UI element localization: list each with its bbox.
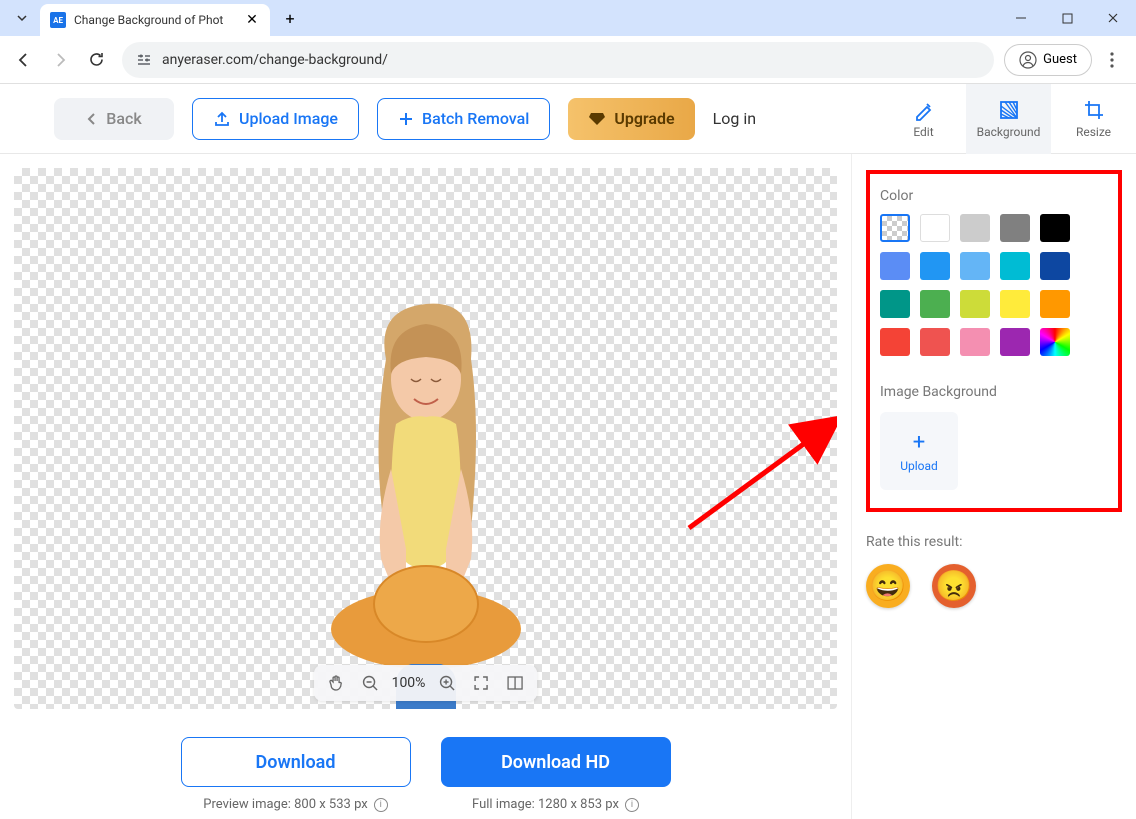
app-toolbar: Back Upload Image Batch Removal Upgrade …: [0, 84, 1136, 154]
pan-tool-button[interactable]: [324, 671, 348, 695]
zoom-toolbar: 100%: [314, 665, 538, 701]
upgrade-label: Upgrade: [614, 109, 674, 128]
plus-icon: [398, 111, 414, 127]
tab-title: Change Background of Phot: [74, 13, 236, 27]
swatch-blue[interactable]: [880, 252, 910, 280]
login-link[interactable]: Log in: [713, 109, 756, 128]
close-window-button[interactable]: [1090, 0, 1136, 36]
new-tab-button[interactable]: +: [276, 4, 304, 32]
address-bar[interactable]: anyeraser.com/change-background/: [122, 42, 994, 78]
mode-tab-background[interactable]: Background: [966, 84, 1051, 154]
swatch-cyan[interactable]: [1000, 252, 1030, 280]
browser-titlebar: AE Change Background of Phot ✕ +: [0, 0, 1136, 36]
mode-tab-edit[interactable]: Edit: [881, 84, 966, 154]
subject-image: [296, 289, 556, 709]
upload-label: Upload Image: [239, 109, 338, 128]
fit-screen-button[interactable]: [469, 671, 493, 695]
annotation-arrow: [679, 408, 837, 538]
swatch-yellow[interactable]: [1000, 290, 1030, 318]
plus-icon: +: [913, 430, 925, 455]
edit-label: Edit: [913, 125, 933, 139]
profile-label: Guest: [1043, 52, 1077, 67]
sidebar: Color: [851, 154, 1136, 819]
swatch-lime[interactable]: [960, 290, 990, 318]
tab-search-dropdown[interactable]: [8, 4, 36, 32]
diamond-icon: [588, 111, 606, 127]
swatch-pink[interactable]: [960, 328, 990, 356]
maximize-button[interactable]: [1044, 0, 1090, 36]
rate-angry-button[interactable]: 😠: [932, 564, 976, 608]
back-button[interactable]: Back: [54, 98, 174, 140]
swatch-light-gray[interactable]: [960, 214, 990, 242]
chevron-left-icon: [86, 112, 98, 126]
swatch-coral[interactable]: [920, 328, 950, 356]
upload-icon: [213, 110, 231, 128]
site-settings-icon[interactable]: [136, 52, 152, 68]
download-row: Download Preview image: 800 x 533 pxi Do…: [14, 709, 837, 819]
swatch-transparent[interactable]: [880, 214, 910, 242]
image-bg-title: Image Background: [880, 384, 1108, 400]
edit-icon: [913, 99, 935, 121]
resize-label: Resize: [1076, 125, 1111, 139]
canvas[interactable]: 100%: [14, 168, 837, 709]
background-panel: Color: [866, 170, 1122, 512]
preview-meta: Preview image: 800 x 533 pxi: [203, 797, 387, 812]
crop-icon: [1083, 99, 1105, 121]
swatch-white[interactable]: [920, 214, 950, 242]
canvas-area: 100% Download Preview image: 800 x 533 p…: [0, 154, 851, 819]
mode-tabs: Edit Background Resize: [881, 84, 1136, 154]
info-icon[interactable]: i: [374, 798, 388, 812]
swatch-gray[interactable]: [1000, 214, 1030, 242]
swatch-green[interactable]: [920, 290, 950, 318]
color-swatches: [880, 214, 1108, 356]
back-label: Back: [106, 109, 141, 128]
zoom-out-button[interactable]: [358, 671, 382, 695]
swatch-blue2[interactable]: [920, 252, 950, 280]
browser-menu-button[interactable]: [1096, 44, 1128, 76]
color-title: Color: [880, 188, 1108, 204]
background-icon: [998, 99, 1020, 121]
minimize-button[interactable]: [998, 0, 1044, 36]
full-meta: Full image: 1280 x 853 pxi: [472, 797, 639, 812]
url-text: anyeraser.com/change-background/: [162, 52, 388, 68]
rate-title: Rate this result:: [866, 534, 1122, 550]
upload-bg-label: Upload: [900, 459, 938, 473]
info-icon[interactable]: i: [625, 798, 639, 812]
swatch-navy[interactable]: [1040, 252, 1070, 280]
forward-nav-button[interactable]: [44, 44, 76, 76]
swatch-purple[interactable]: [1000, 328, 1030, 356]
swatch-black[interactable]: [1040, 214, 1070, 242]
background-label: Background: [977, 125, 1041, 139]
swatch-teal[interactable]: [880, 290, 910, 318]
rating-row: 😄 😠: [866, 564, 1122, 608]
compare-button[interactable]: [503, 671, 527, 695]
swatch-custom-color[interactable]: [1040, 328, 1070, 356]
tab-favicon: AE: [50, 12, 66, 28]
rate-happy-button[interactable]: 😄: [866, 564, 910, 608]
zoom-in-button[interactable]: [435, 671, 459, 695]
zoom-level: 100%: [392, 675, 426, 691]
upgrade-button[interactable]: Upgrade: [568, 98, 694, 140]
window-controls: [998, 0, 1136, 36]
profile-chip[interactable]: Guest: [1004, 44, 1092, 76]
back-nav-button[interactable]: [8, 44, 40, 76]
swatch-lightblue[interactable]: [960, 252, 990, 280]
tab-close-button[interactable]: ✕: [244, 12, 260, 28]
upload-bg-tile[interactable]: + Upload: [880, 412, 958, 490]
browser-toolbar: anyeraser.com/change-background/ Guest: [0, 36, 1136, 84]
batch-label: Batch Removal: [422, 109, 529, 128]
download-hd-button[interactable]: Download HD: [441, 737, 671, 787]
main-area: 100% Download Preview image: 800 x 533 p…: [0, 154, 1136, 819]
swatch-red[interactable]: [880, 328, 910, 356]
batch-removal-button[interactable]: Batch Removal: [377, 98, 550, 140]
upload-image-button[interactable]: Upload Image: [192, 98, 359, 140]
reload-button[interactable]: [80, 44, 112, 76]
mode-tab-resize[interactable]: Resize: [1051, 84, 1136, 154]
download-button[interactable]: Download: [181, 737, 411, 787]
browser-tab[interactable]: AE Change Background of Phot ✕: [40, 4, 270, 36]
swatch-orange[interactable]: [1040, 290, 1070, 318]
